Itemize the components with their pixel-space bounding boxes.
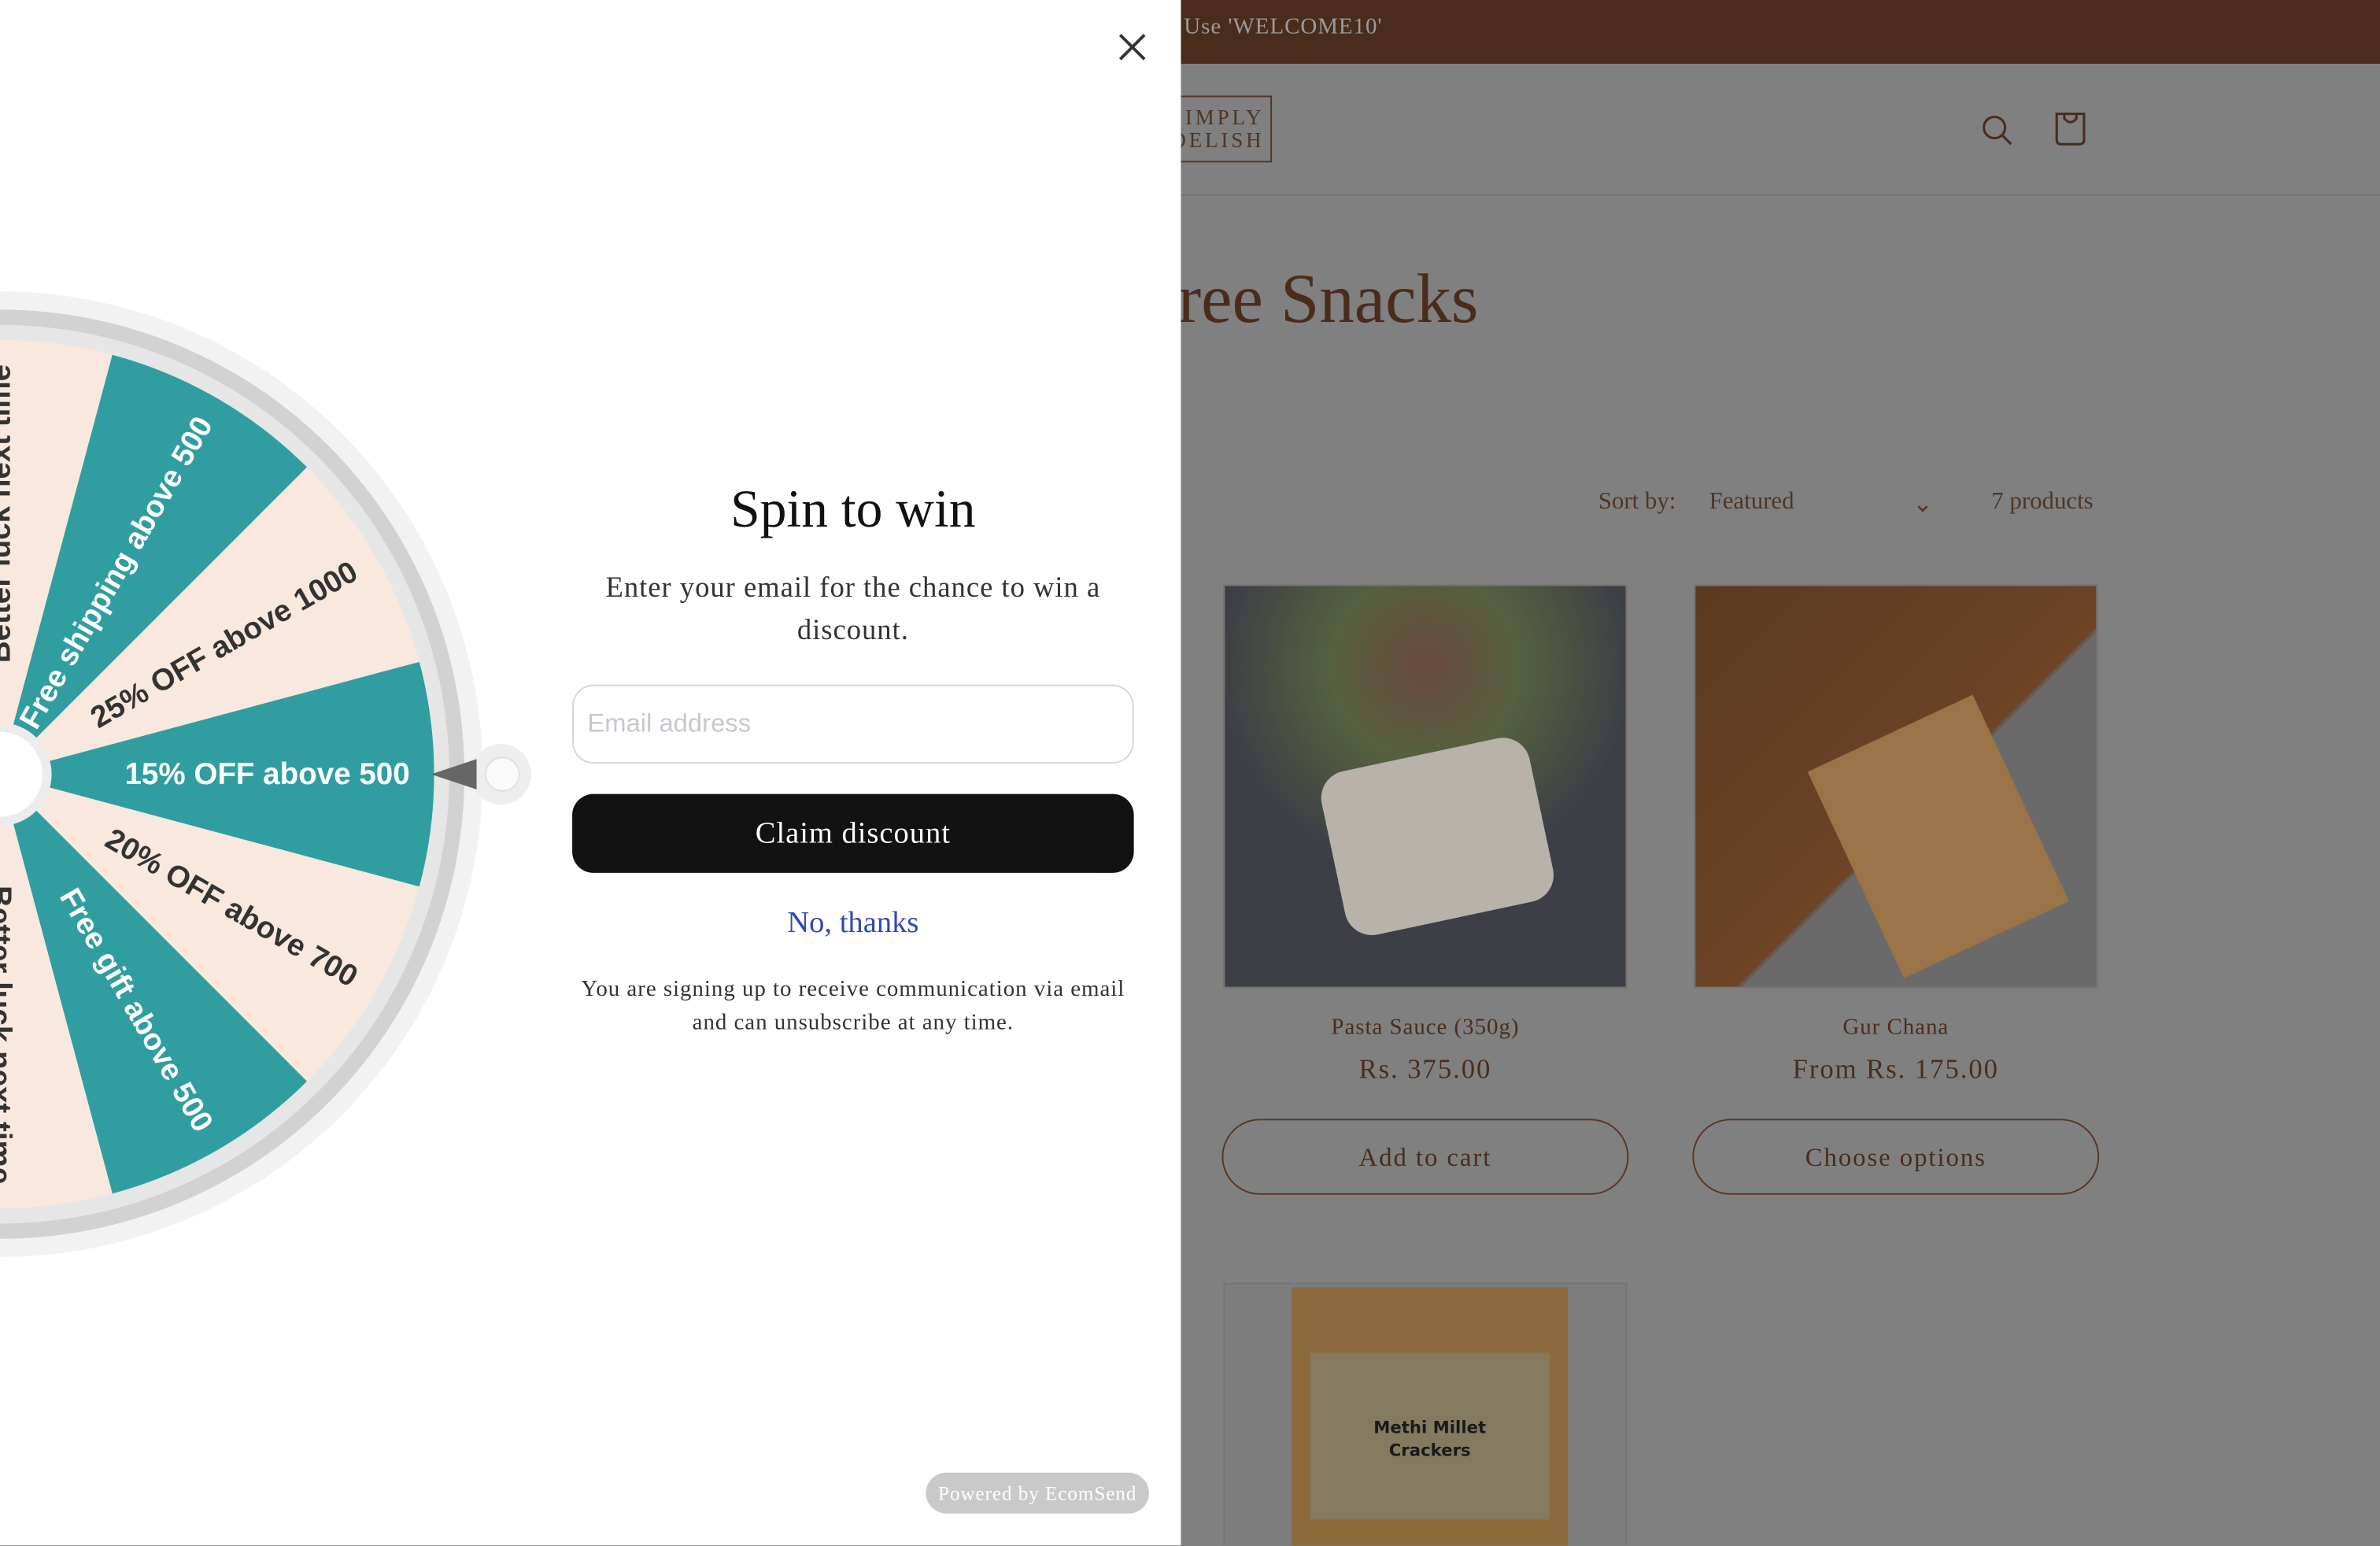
pointer-knob-center <box>485 756 520 792</box>
logo-line-1: SIMPLY <box>1170 107 1265 131</box>
store-page-background: Use 'WELCOME10' SIMPLY DELISH ree Snacks… <box>1166 0 2380 1546</box>
pouch-shape <box>1807 694 2069 978</box>
product-name[interactable]: Pasta Sauce (350g) <box>1223 1015 1627 1041</box>
popup-subtitle: Enter your email for the chance to win a… <box>605 572 1101 647</box>
wheel-segment-label: Better luck next time <box>0 886 17 1184</box>
sort-value: Featured <box>1709 488 1794 515</box>
search-icon[interactable] <box>1979 113 2016 149</box>
screen: Use 'WELCOME10' SIMPLY DELISH ree Snacks… <box>0 0 2380 1546</box>
sort-label: Sort by: <box>1598 488 1676 515</box>
add-to-cart-button[interactable]: Add to cart <box>1221 1119 1629 1195</box>
collection-title: ree Snacks <box>1177 259 1479 338</box>
spin-to-win-popup: Better luck next time Free shipping above… <box>0 0 1181 1546</box>
product-image[interactable] <box>1223 584 1628 989</box>
prize-wheel[interactable]: Better luck next timeFree shipping above… <box>0 0 546 1545</box>
pack-product-name: Methi Millet Crackers <box>1373 1418 1487 1461</box>
header-divider <box>1181 194 2380 196</box>
pack-label: Methi Millet Crackers <box>1310 1352 1550 1520</box>
product-card[interactable]: Pasta Sauce (350g) Rs. 375.00 Add to car… <box>1221 584 1629 1195</box>
powered-by-badge[interactable]: Powered by EcomSend <box>926 1472 1149 1514</box>
logo-line-2: DELISH <box>1170 130 1265 153</box>
product-image[interactable] <box>1694 584 2098 989</box>
popup-title: Spin to win <box>730 479 976 539</box>
wheel-segment-label: 15% OFF above 500 <box>124 757 409 791</box>
product-card[interactable]: Gur Chana From Rs. 175.00 Choose options <box>1692 584 2100 1195</box>
jar-shape <box>1316 732 1559 941</box>
cart-icon[interactable] <box>2052 109 2088 149</box>
announcement-bar: Use 'WELCOME10' <box>1181 0 2380 64</box>
product-name[interactable]: Gur Chana <box>1694 1015 2097 1041</box>
claim-discount-button[interactable]: Claim discount <box>572 793 1134 873</box>
no-thanks-link[interactable]: No, thanks <box>572 906 1134 941</box>
product-card[interactable]: Methi Millet Crackers <box>1223 1282 1628 1546</box>
legal-text: You are signing up to receive communicat… <box>581 977 1125 1036</box>
email-input[interactable] <box>572 684 1134 764</box>
announcement-text: Use 'WELCOME10' <box>1184 15 1383 40</box>
store-logo[interactable]: SIMPLY DELISH <box>1166 95 1273 163</box>
product-image[interactable]: Methi Millet Crackers <box>1223 1282 1628 1546</box>
chevron-down-icon: ⌄ <box>1912 491 1933 518</box>
close-icon[interactable] <box>1114 29 1151 65</box>
product-price: From Rs. 175.00 <box>1792 1053 1999 1084</box>
product-count: 7 products <box>1991 488 2094 515</box>
wheel-segment-label: Better luck next time <box>0 364 17 663</box>
choose-options-button[interactable]: Choose options <box>1692 1119 2100 1195</box>
sort-select[interactable]: Featured ⌄ <box>1709 488 1937 518</box>
product-price: Rs. 375.00 <box>1358 1053 1492 1084</box>
